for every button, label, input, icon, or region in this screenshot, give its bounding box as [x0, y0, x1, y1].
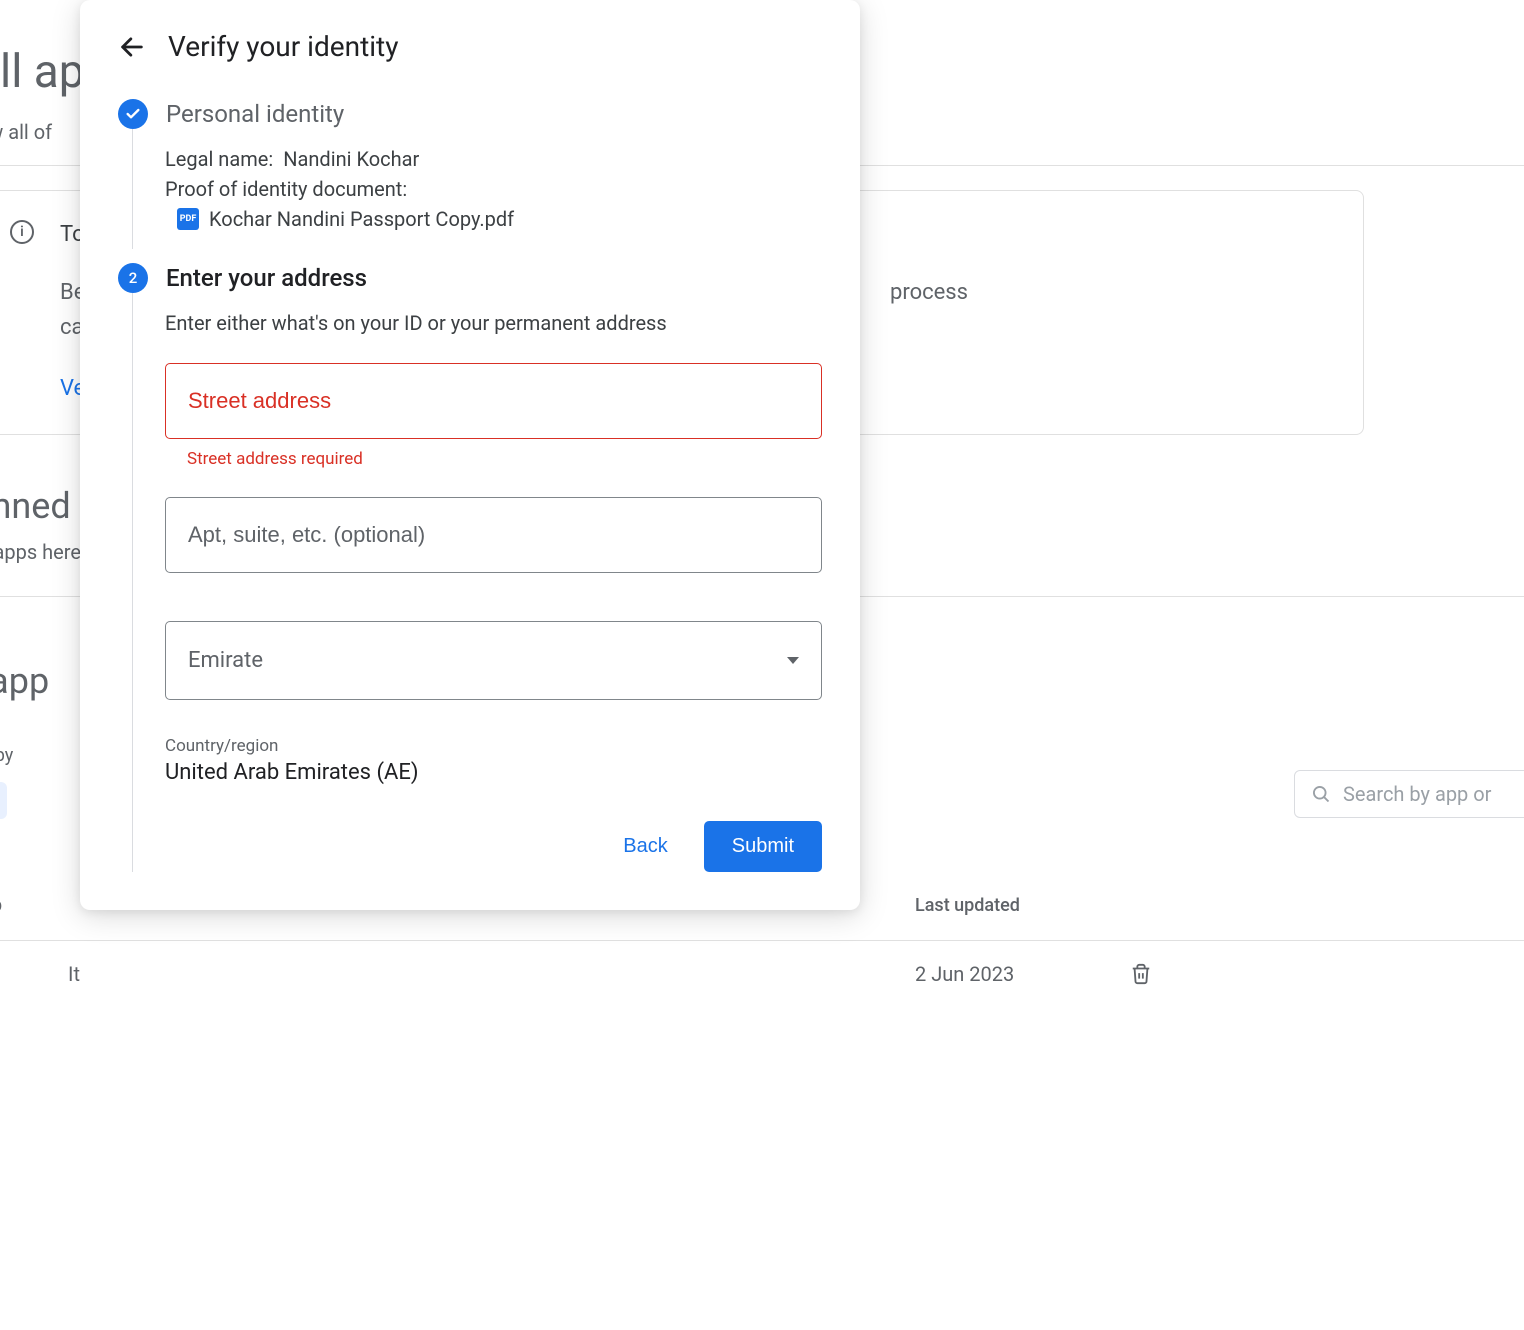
street-error-text: Street address required — [187, 449, 822, 469]
uploaded-file[interactable]: PDF Kochar Nandini Passport Copy.pdf — [177, 207, 822, 231]
country-region-label: Country/region — [165, 736, 822, 756]
apt-suite-input[interactable] — [165, 497, 822, 573]
submit-button[interactable]: Submit — [704, 821, 822, 872]
modal-title: Verify your identity — [168, 30, 398, 63]
search-placeholder: Search by app or — [1343, 782, 1491, 806]
th-last-updated: Last updated — [915, 895, 1020, 916]
proof-label: Proof of identity document: — [165, 177, 407, 201]
back-button[interactable]: Back — [617, 825, 673, 868]
step1-content: Legal name: Nandini Kochar Proof of iden… — [132, 129, 822, 249]
step2-content: Enter either what's on your ID or your p… — [132, 293, 822, 872]
country-region-value: United Arab Emirates (AE) — [165, 760, 822, 785]
form-actions: Back Submit — [165, 821, 822, 872]
address-intro: Enter either what's on your ID or your p… — [165, 311, 822, 335]
step2-title: Enter your address — [166, 264, 367, 292]
back-arrow-icon[interactable] — [118, 33, 146, 61]
street-address-input[interactable] — [165, 363, 822, 439]
bg-subtitle: View all of — [0, 120, 52, 144]
filter-label: Filter by — [0, 745, 13, 766]
search-icon — [1311, 784, 1331, 804]
file-name: Kochar Nandini Passport Copy.pdf — [209, 207, 514, 231]
step2-header: 2 Enter your address — [118, 263, 822, 293]
trash-icon[interactable] — [1130, 963, 1152, 985]
legal-name-value: Nandini Kochar — [283, 147, 419, 171]
chevron-down-icon — [787, 657, 799, 664]
legal-name-label: Legal name: — [165, 147, 273, 171]
emirate-select[interactable]: Emirate — [165, 621, 822, 700]
row-app-name: It — [68, 962, 80, 986]
verify-identity-modal: Verify your identity Personal identity L… — [80, 0, 860, 910]
modal-header: Verify your identity — [118, 30, 822, 63]
divider — [0, 940, 1524, 941]
search-input-container[interactable]: Search by app or — [1294, 770, 1524, 818]
step1-title: Personal identity — [166, 100, 344, 128]
table-row[interactable]: It 2 Jun 2023 — [0, 960, 1524, 988]
bg-pinned-sub: Pin apps here — [0, 540, 81, 564]
pdf-icon: PDF — [177, 208, 199, 230]
step1-header: Personal identity — [118, 99, 822, 129]
step2-number-icon: 2 — [118, 263, 148, 293]
bg-pinned-title: Pinned — [0, 485, 71, 527]
bg-apps-title: 1 app — [0, 660, 49, 702]
step1-checkmark-icon — [118, 99, 148, 129]
filter-chip-all[interactable]: All — [0, 782, 7, 819]
row-date: 2 Jun 2023 — [915, 962, 1014, 986]
emirate-label: Emirate — [188, 648, 263, 673]
th-app: App — [0, 895, 2, 916]
